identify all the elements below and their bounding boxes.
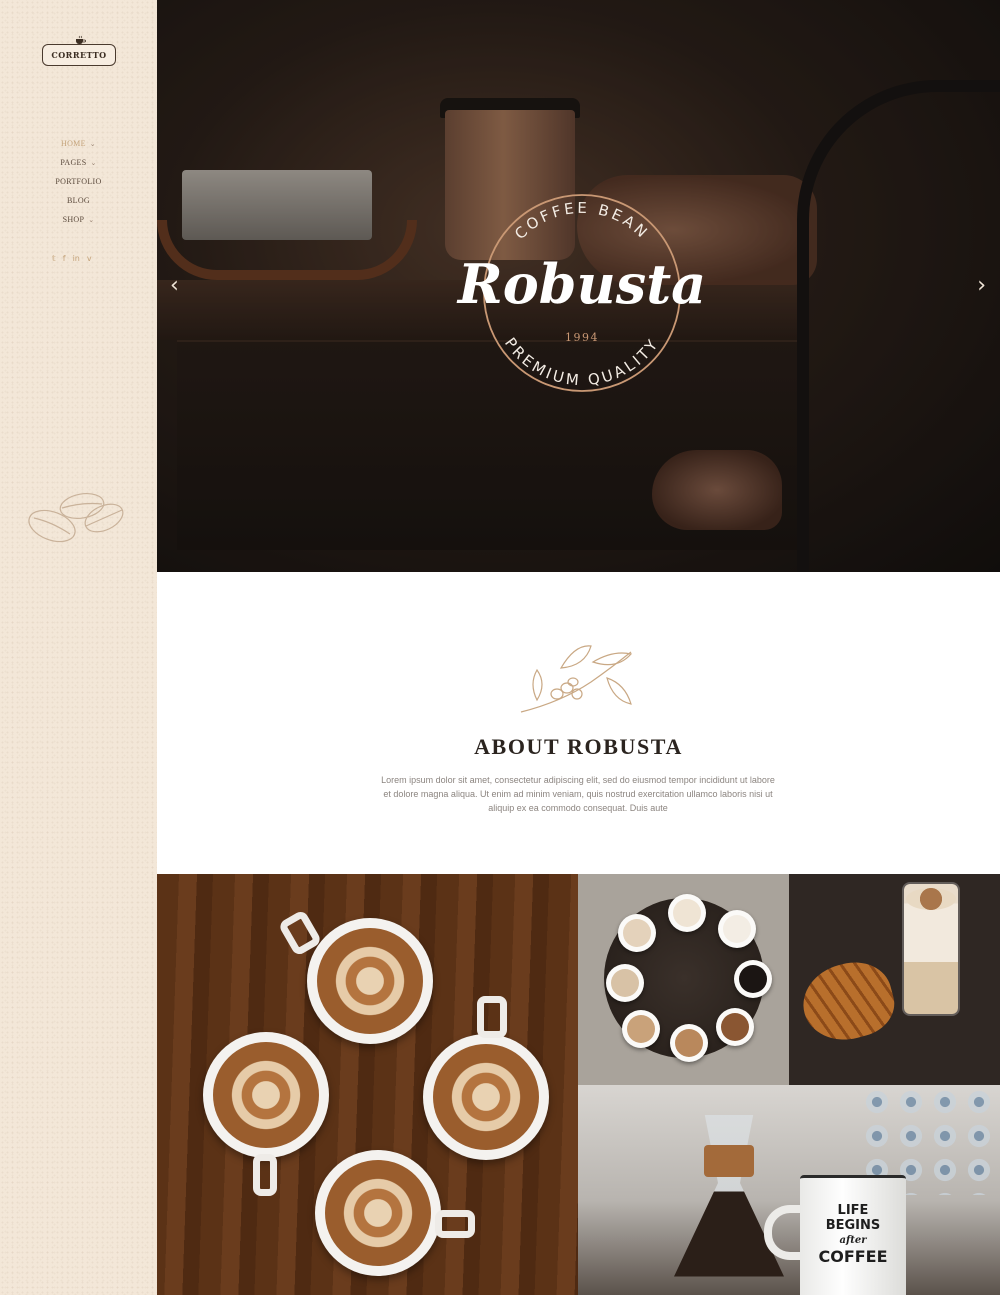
- nav-item-label: HOME: [61, 139, 86, 148]
- nav-item-label: SHOP: [62, 215, 85, 224]
- gallery-image-life-begins-mug[interactable]: LIFE BEGINS after COFFEE: [578, 1085, 1000, 1295]
- brand-logo[interactable]: CORRETTO: [42, 35, 116, 66]
- slider-next-arrow-icon[interactable]: ›: [977, 275, 986, 297]
- linkedin-icon[interactable]: in: [73, 254, 80, 263]
- badge-script-text: Robusta: [456, 252, 706, 316]
- chevron-down-icon: ⌄: [90, 158, 97, 167]
- croissant: [794, 953, 902, 1050]
- nav-item-pages[interactable]: PAGES ⌄: [0, 153, 157, 172]
- mug-print: LIFE BEGINS after COFFEE: [800, 1203, 906, 1266]
- nav-item-home[interactable]: HOME ⌄: [0, 134, 157, 153]
- gallery-image-latte-cups[interactable]: [157, 874, 578, 1295]
- main-nav: HOME ⌄ PAGES ⌄ PORTFOLIO BLOG SHOP ⌄: [0, 134, 157, 229]
- nav-item-blog[interactable]: BLOG: [0, 191, 157, 210]
- mug-text-line1: LIFE: [837, 1203, 869, 1218]
- mug-text-line4: COFFEE: [818, 1247, 888, 1266]
- nav-item-label: PAGES: [60, 158, 87, 167]
- chemex-brewer: [674, 1115, 784, 1277]
- mug-text-line3: after: [839, 1235, 867, 1246]
- badge-top-text: COFFEE BEAN: [511, 199, 650, 243]
- nav-item-portfolio[interactable]: PORTFOLIO: [0, 172, 157, 191]
- gallery-image-coffee-tray[interactable]: [578, 874, 789, 1085]
- twitter-icon[interactable]: 𝕥: [52, 254, 56, 263]
- chevron-down-icon: ⌄: [89, 139, 96, 148]
- latte-cup: [203, 1032, 329, 1158]
- hero-slider: COFFEE BEAN Robusta 1994 PREMIUM QUALITY…: [157, 0, 1000, 572]
- chemex-collar: [704, 1145, 754, 1177]
- latte-cup: [307, 918, 433, 1044]
- latte-glass-foam: [906, 888, 956, 910]
- vimeo-icon[interactable]: v: [87, 254, 92, 263]
- social-links: 𝕥 f in v: [52, 254, 92, 263]
- nav-item-label: BLOG: [67, 196, 90, 205]
- gallery-image-croissant[interactable]: [789, 874, 1000, 1085]
- chevron-down-icon: ⌄: [88, 215, 95, 224]
- sidebar: CORRETTO HOME ⌄ PAGES ⌄ PORTFOLIO BLOG S…: [0, 0, 157, 1295]
- about-section: ABOUT ROBUSTA Lorem ipsum dolor sit amet…: [157, 572, 1000, 874]
- mug-text-line2: BEGINS: [825, 1218, 881, 1233]
- coffee-beans-illustration: [28, 492, 124, 543]
- about-text: Lorem ipsum dolor sit amet, consectetur …: [381, 775, 775, 813]
- coffee-branch-illustration: [520, 645, 633, 713]
- svg-text:COFFEE BEAN: COFFEE BEAN: [511, 199, 653, 243]
- robusta-badge: COFFEE BEAN Robusta 1994 PREMIUM QUALITY: [456, 194, 706, 392]
- slider-prev-arrow-icon[interactable]: ‹: [170, 275, 179, 297]
- badge-year: 1994: [565, 331, 599, 344]
- nav-item-label: PORTFOLIO: [55, 177, 102, 186]
- coffee-cup-icon: [76, 35, 86, 44]
- nav-item-shop[interactable]: SHOP ⌄: [0, 210, 157, 229]
- latte-cup: [315, 1150, 441, 1276]
- brand-name: CORRETTO: [51, 50, 107, 60]
- facebook-icon[interactable]: f: [63, 254, 66, 263]
- about-title: ABOUT ROBUSTA: [474, 734, 683, 759]
- latte-cup: [423, 1034, 549, 1160]
